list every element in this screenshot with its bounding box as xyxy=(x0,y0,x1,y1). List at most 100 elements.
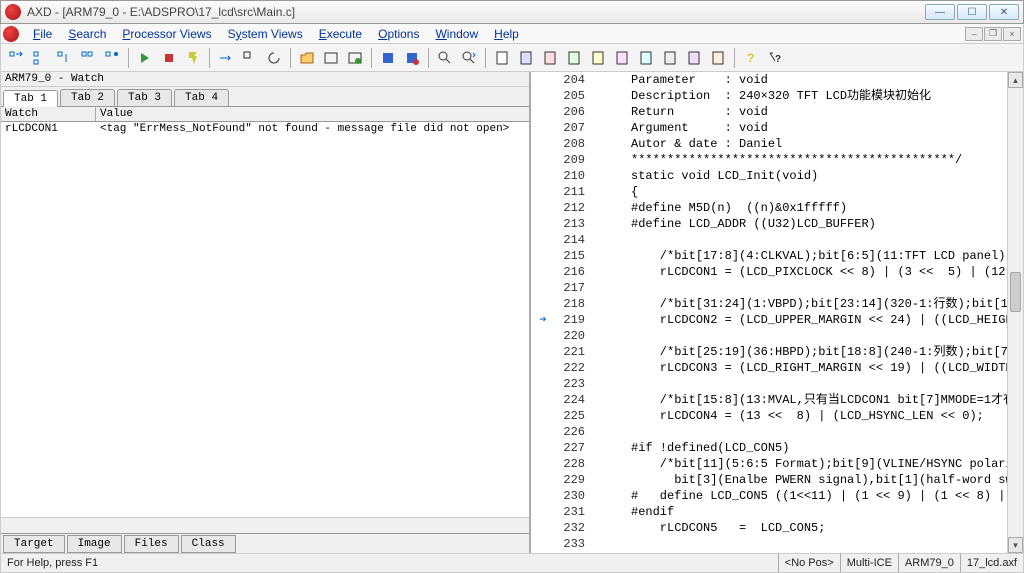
gutter[interactable] xyxy=(531,408,555,424)
menu-options[interactable]: Options xyxy=(370,25,427,43)
code-line[interactable]: 209 ************************************… xyxy=(531,152,1007,168)
gutter[interactable] xyxy=(531,552,555,553)
toggle-bp-button[interactable] xyxy=(101,47,123,69)
view-cli-button[interactable] xyxy=(707,47,729,69)
maximize-button[interactable]: ☐ xyxy=(957,4,987,20)
code-line[interactable]: 214 xyxy=(531,232,1007,248)
view-registers-button[interactable] xyxy=(539,47,561,69)
save-button[interactable] xyxy=(377,47,399,69)
watch-col-value[interactable]: Value xyxy=(96,107,529,121)
code-line[interactable]: 217 xyxy=(531,280,1007,296)
code-line[interactable]: 207 Argument : void xyxy=(531,120,1007,136)
gutter[interactable] xyxy=(531,536,555,552)
gutter[interactable] xyxy=(531,184,555,200)
gutter[interactable]: ➔ xyxy=(531,312,555,328)
gutter[interactable] xyxy=(531,264,555,280)
gutter[interactable] xyxy=(531,488,555,504)
code-line[interactable]: 226 xyxy=(531,424,1007,440)
code-line[interactable]: 222 rLCDCON3 = (LCD_RIGHT_MARGIN << 19) … xyxy=(531,360,1007,376)
mdi-restore[interactable]: ❐ xyxy=(984,27,1002,41)
gutter[interactable] xyxy=(531,376,555,392)
watch-tab-4[interactable]: Tab 4 xyxy=(174,89,229,106)
show-context-button[interactable] xyxy=(239,47,261,69)
gutter[interactable] xyxy=(531,200,555,216)
gutter[interactable] xyxy=(531,504,555,520)
gutter[interactable] xyxy=(531,120,555,136)
gutter[interactable] xyxy=(531,136,555,152)
gutter[interactable] xyxy=(531,168,555,184)
go-button[interactable] xyxy=(134,47,156,69)
gutter[interactable] xyxy=(531,280,555,296)
code-line[interactable]: 215 /*bit[17:8](4:CLKVAL);bit[6:5](11:TF… xyxy=(531,248,1007,264)
watch-tab-3[interactable]: Tab 3 xyxy=(117,89,172,106)
menu-search[interactable]: Search xyxy=(60,25,114,43)
code-line[interactable]: 233 xyxy=(531,536,1007,552)
find-next-button[interactable] xyxy=(458,47,480,69)
open-button[interactable] xyxy=(296,47,318,69)
menu-execute[interactable]: Execute xyxy=(311,25,370,43)
gutter[interactable] xyxy=(531,440,555,456)
code-vscroll[interactable]: ▲ ▼ xyxy=(1007,72,1023,553)
view-disasm-button[interactable] xyxy=(515,47,537,69)
code-line[interactable]: 234 /* xyxy=(531,552,1007,553)
code-line[interactable]: 227 #if !defined(LCD_CON5) xyxy=(531,440,1007,456)
code-line[interactable]: 228 /*bit[11](5:6:5 Format);bit[9](VLINE… xyxy=(531,456,1007,472)
scroll-up-icon[interactable]: ▲ xyxy=(1008,72,1023,88)
show-pc-button[interactable] xyxy=(215,47,237,69)
watch-row[interactable]: rLCDCON1 <tag "ErrMess_NotFound" not fou… xyxy=(1,122,529,136)
gutter[interactable] xyxy=(531,152,555,168)
watch-hscroll[interactable] xyxy=(1,517,529,533)
gutter[interactable] xyxy=(531,520,555,536)
code-line[interactable]: 225 rLCDCON4 = (13 << 8) | (LCD_HSYNC_LE… xyxy=(531,408,1007,424)
gutter[interactable] xyxy=(531,248,555,264)
gutter[interactable] xyxy=(531,232,555,248)
code-line[interactable]: ➔219 rLCDCON2 = (LCD_UPPER_MARGIN << 24)… xyxy=(531,312,1007,328)
code-line[interactable]: 208 Autor & date : Daniel xyxy=(531,136,1007,152)
minimize-button[interactable]: — xyxy=(925,4,955,20)
menu-window[interactable]: Window xyxy=(427,25,486,43)
gutter[interactable] xyxy=(531,424,555,440)
code-line[interactable]: 206 Return : void xyxy=(531,104,1007,120)
code-line[interactable]: 210 static void LCD_Init(void) xyxy=(531,168,1007,184)
code-line[interactable]: 224 /*bit[15:8](13:MVAL,只有当LCDCON1 bit[7… xyxy=(531,392,1007,408)
code-line[interactable]: 230 # define LCD_CON5 ((1<<11) | (1 << 9… xyxy=(531,488,1007,504)
menu-help[interactable]: Help xyxy=(486,25,527,43)
watch-tab-2[interactable]: Tab 2 xyxy=(60,89,115,106)
gutter[interactable] xyxy=(531,392,555,408)
tab-target[interactable]: Target xyxy=(3,535,65,553)
view-stack-button[interactable] xyxy=(635,47,657,69)
gutter[interactable] xyxy=(531,456,555,472)
code-line[interactable]: 229 bit[3](Enalbe PWERN signal),bit[1](h… xyxy=(531,472,1007,488)
tab-class[interactable]: Class xyxy=(181,535,236,553)
view-console-button[interactable] xyxy=(659,47,681,69)
tab-files[interactable]: Files xyxy=(124,535,179,553)
gutter[interactable] xyxy=(531,360,555,376)
menu-system-views[interactable]: System Views xyxy=(220,25,311,43)
scroll-thumb[interactable] xyxy=(1010,272,1021,312)
view-source-button[interactable] xyxy=(491,47,513,69)
view-watch-button[interactable] xyxy=(587,47,609,69)
gutter[interactable] xyxy=(531,472,555,488)
mdi-minimize[interactable]: – xyxy=(965,27,983,41)
view-memory-button[interactable] xyxy=(563,47,585,69)
code-line[interactable]: 213 #define LCD_ADDR ((U32)LCD_BUFFER) xyxy=(531,216,1007,232)
gutter[interactable] xyxy=(531,88,555,104)
save-session-button[interactable] xyxy=(401,47,423,69)
gutter[interactable] xyxy=(531,328,555,344)
step-in-button[interactable] xyxy=(5,47,27,69)
code-line[interactable]: 223 xyxy=(531,376,1007,392)
mdi-close[interactable]: × xyxy=(1003,27,1021,41)
load-image-button[interactable] xyxy=(320,47,342,69)
scroll-down-icon[interactable]: ▼ xyxy=(1008,537,1023,553)
run-to-cursor-button[interactable] xyxy=(77,47,99,69)
stop-time-button[interactable] xyxy=(182,47,204,69)
step-over-button[interactable] xyxy=(29,47,51,69)
view-output-button[interactable] xyxy=(683,47,705,69)
gutter[interactable] xyxy=(531,104,555,120)
reload-button[interactable] xyxy=(344,47,366,69)
gutter[interactable] xyxy=(531,296,555,312)
watch-tab-1[interactable]: Tab 1 xyxy=(3,90,58,107)
gutter[interactable] xyxy=(531,72,555,88)
code-line[interactable]: 221 /*bit[25:19](36:HBPD);bit[18:8](240-… xyxy=(531,344,1007,360)
gutter[interactable] xyxy=(531,344,555,360)
